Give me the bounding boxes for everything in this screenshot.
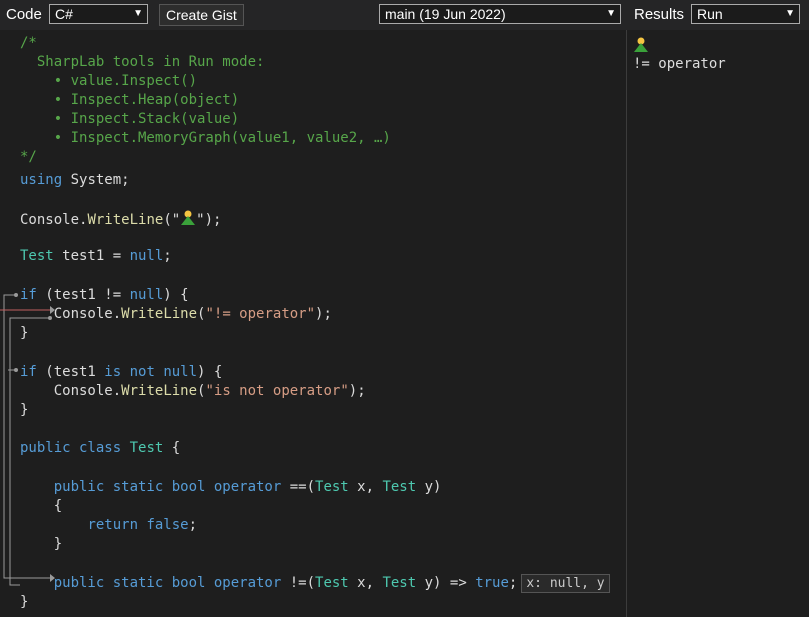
- code-line: */: [20, 149, 37, 165]
- chevron-down-icon: ▼: [785, 8, 795, 19]
- flow-dot: [14, 293, 18, 297]
- code-line: • value.Inspect(): [20, 73, 198, 89]
- results-label: Results: [634, 6, 685, 23]
- mode-value: Run: [697, 6, 723, 22]
- code-line: public static bool operator !=(Test x, T…: [20, 574, 610, 593]
- toolbar: Code C# ▼ Create Gist main (19 Jun 2022)…: [0, 0, 809, 30]
- chevron-down-icon: ▼: [606, 8, 616, 19]
- code-line: • Inspect.Heap(object): [20, 92, 240, 108]
- flow-arrows: [0, 293, 55, 586]
- create-gist-button[interactable]: Create Gist: [159, 4, 244, 26]
- language-value: C#: [55, 6, 73, 22]
- code-line: Console.WriteLine(" ");: [20, 209, 221, 228]
- branch-select[interactable]: main (19 Jun 2022) ▼: [379, 4, 621, 24]
- code-line: Console.WriteLine("!= operator");: [53, 306, 332, 322]
- flow-dot: [48, 316, 52, 320]
- code-line: • Inspect.MemoryGraph(value1, value2, …): [20, 130, 391, 146]
- language-select[interactable]: C# ▼: [49, 4, 148, 24]
- code-line: }: [20, 594, 29, 610]
- code-line: /*: [20, 35, 37, 51]
- code-line: • Inspect.Stack(value): [20, 111, 240, 127]
- flow-dot: [14, 368, 18, 372]
- arrow-head-icon: [50, 306, 55, 314]
- code-line: public static bool operator ==(Test x, T…: [53, 479, 442, 495]
- chevron-down-icon: ▼: [133, 8, 143, 19]
- inline-value-hint: x: null, y: [521, 574, 610, 593]
- result-output: != operator: [633, 56, 726, 72]
- person-emoji-icon: [633, 36, 649, 57]
- code-line: using System;: [20, 172, 130, 188]
- code-line: Console.WriteLine("is not operator");: [53, 383, 366, 399]
- code-label: Code: [6, 6, 42, 23]
- mode-select[interactable]: Run ▼: [691, 4, 800, 24]
- branch-value: main (19 Jun 2022): [385, 6, 506, 22]
- arrow-head-icon: [50, 574, 55, 582]
- results-panel: != operator: [627, 30, 809, 617]
- code-line: Test test1 = null;: [20, 248, 172, 264]
- code-line: SharpLab tools in Run mode:: [20, 54, 265, 70]
- person-emoji-icon: [180, 209, 196, 231]
